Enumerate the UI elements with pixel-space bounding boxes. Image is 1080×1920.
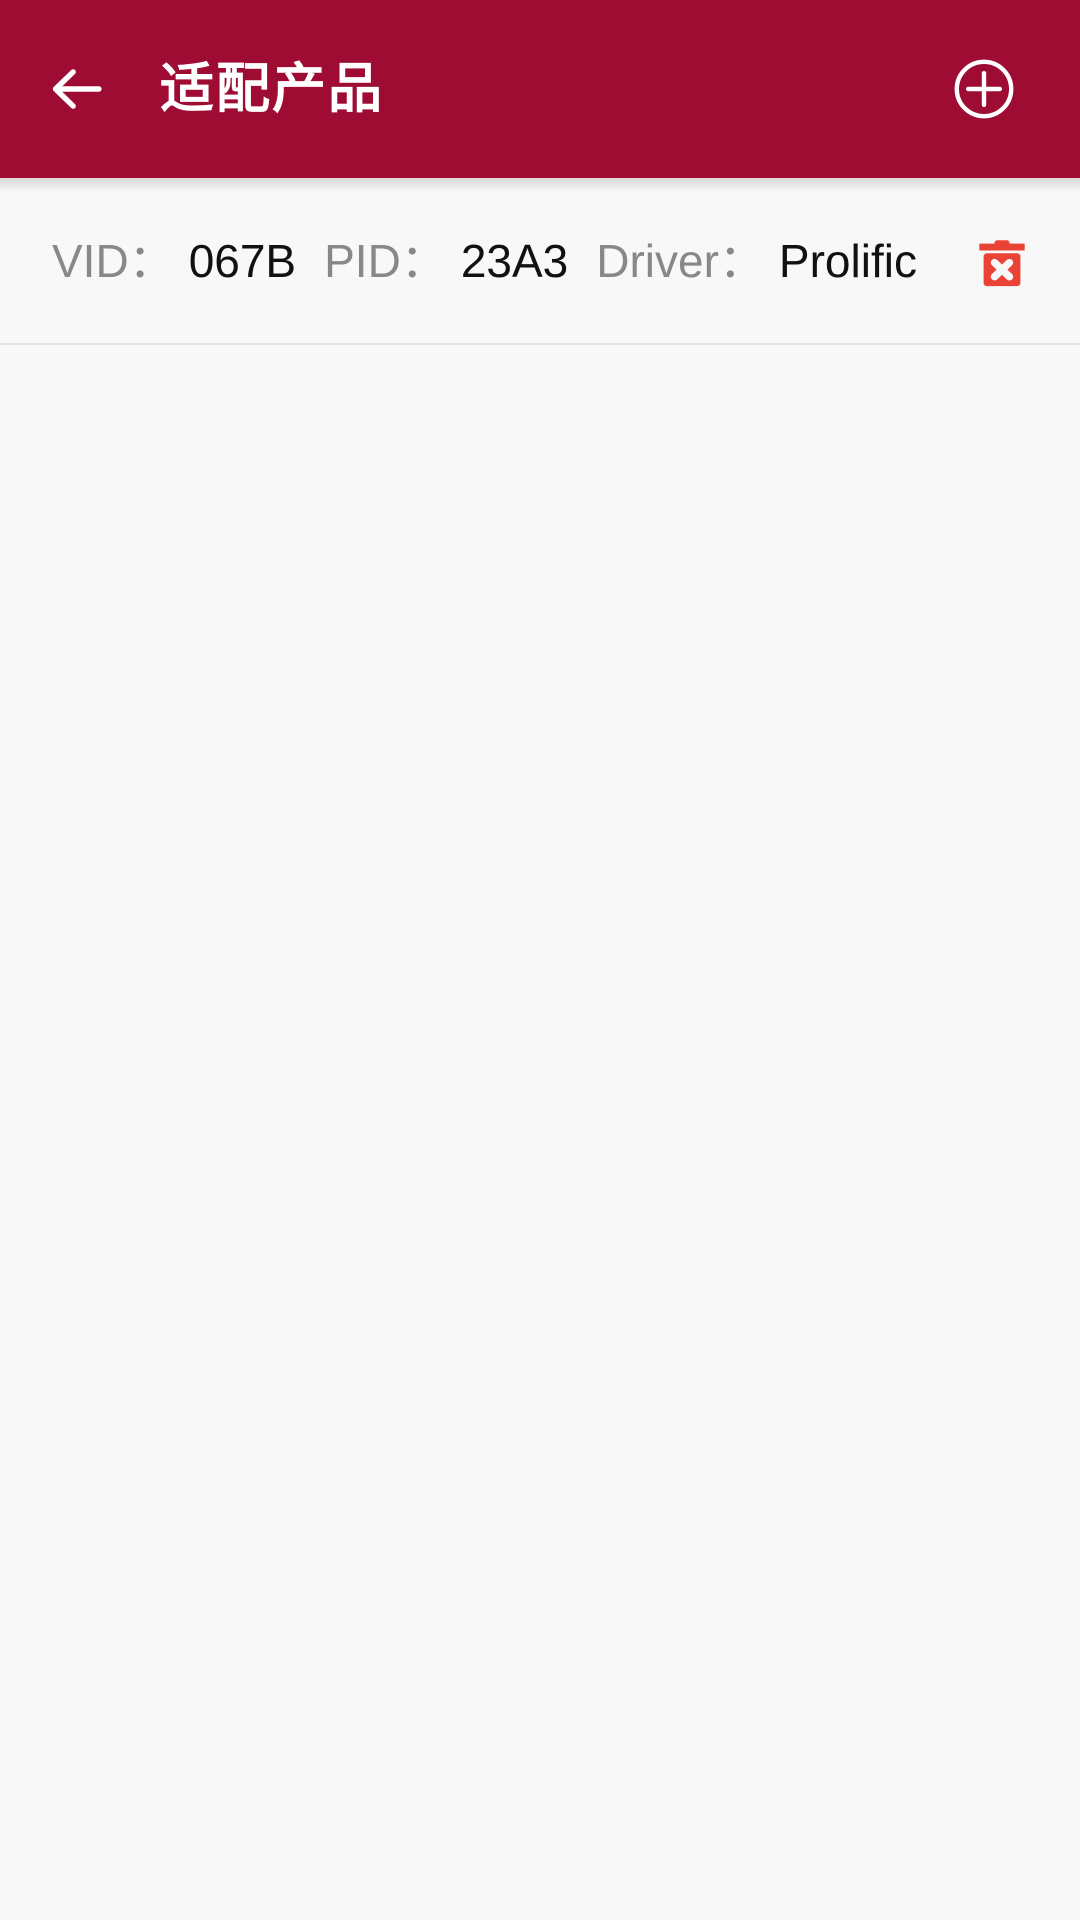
field-driver: Driver： Prolific bbox=[596, 238, 917, 284]
page-title: 适配产品 bbox=[160, 59, 384, 119]
field-vid-label: VID： bbox=[52, 234, 175, 287]
field-driver-value: Prolific bbox=[778, 234, 917, 287]
plus-circle-icon bbox=[950, 55, 1018, 123]
table-row[interactable]: VID： 067B PID： 23A3 Driver： Prolific bbox=[0, 178, 1080, 345]
add-product-button[interactable] bbox=[948, 53, 1020, 125]
field-pid: PID： 23A3 bbox=[324, 238, 568, 284]
delete-row-button[interactable] bbox=[959, 218, 1045, 304]
arrow-left-icon bbox=[46, 58, 108, 120]
row-fields: VID： 067B PID： 23A3 Driver： Prolific bbox=[52, 238, 959, 284]
app-bar: 适配产品 bbox=[0, 0, 1080, 192]
app-screen: 适配产品 VID： 067B PID： 23A3 Driver： Prolifi… bbox=[0, 0, 1080, 1920]
field-driver-label: Driver： bbox=[596, 234, 765, 287]
trash-delete-icon bbox=[970, 229, 1034, 293]
field-pid-label: PID： bbox=[324, 234, 447, 287]
field-vid: VID： 067B bbox=[52, 238, 296, 284]
field-pid-value: 23A3 bbox=[460, 234, 569, 287]
back-button[interactable] bbox=[44, 56, 110, 122]
list-empty-area bbox=[0, 345, 1080, 1920]
field-vid-value: 067B bbox=[188, 234, 297, 287]
product-list[interactable]: VID： 067B PID： 23A3 Driver： Prolific bbox=[0, 178, 1080, 1920]
